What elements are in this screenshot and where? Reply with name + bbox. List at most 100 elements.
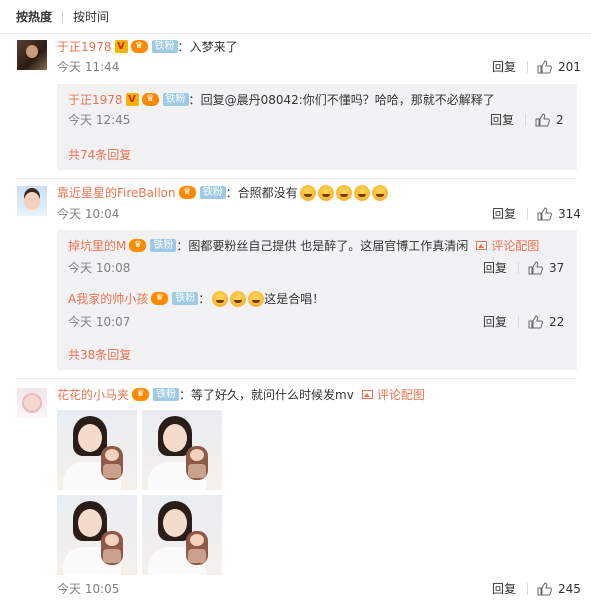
- action-divider: [527, 208, 528, 220]
- avatar[interactable]: [17, 40, 47, 70]
- thumbs-up-icon: [537, 60, 552, 74]
- reply-meta: 今天 10:08 回复 37: [68, 260, 577, 276]
- vip-crown-icon: ♛: [130, 40, 148, 53]
- sort-by-hot-tab[interactable]: 按热度: [16, 8, 52, 25]
- comment-time: 今天 10:05: [57, 582, 120, 596]
- fan-badge: 铁粉: [162, 93, 189, 106]
- colon: ：: [177, 40, 190, 54]
- avatar[interactable]: [17, 186, 47, 216]
- laughing-emoji-icon: [248, 290, 265, 307]
- action-divider: [527, 61, 528, 73]
- like-count: 37: [549, 261, 565, 275]
- colon: ：: [198, 292, 211, 306]
- username-link[interactable]: 于正1978: [68, 91, 123, 108]
- reply-button[interactable]: 回复: [492, 59, 516, 75]
- more-replies-link[interactable]: 共38条回复: [68, 346, 131, 363]
- fan-badge: 铁粉: [172, 292, 199, 305]
- comment-text: 合照都没有: [237, 186, 298, 200]
- action-divider: [525, 114, 526, 126]
- verified-v-icon: V: [125, 93, 139, 106]
- comment-divider: [15, 378, 576, 379]
- sort-by-time-tab[interactable]: 按时间: [73, 8, 109, 25]
- like-count: 201: [558, 60, 581, 74]
- comment-time: 今天 11:44: [57, 60, 120, 74]
- username-link[interactable]: A我家的帅小孩: [68, 290, 148, 307]
- like-button[interactable]: 37: [528, 260, 564, 276]
- laughing-emoji-icon: [353, 184, 370, 201]
- reply-text: 图都要粉丝自己提供 也是醉了。这届官博工作真清闲: [188, 239, 469, 253]
- thumbs-up-icon: [537, 582, 552, 596]
- sort-bar: 按热度 按时间: [0, 0, 591, 34]
- username-link[interactable]: 花花的小马夹: [57, 386, 129, 403]
- username-link[interactable]: 掉坑里的M: [68, 237, 126, 254]
- comment-divider: [15, 178, 576, 179]
- vip-crown-icon: ♛: [141, 93, 159, 106]
- vip-crown-icon: ♛: [129, 239, 147, 252]
- more-replies-link[interactable]: 共74条回复: [68, 146, 131, 163]
- fan-badge: 铁粉: [153, 388, 180, 401]
- action-divider: [518, 262, 519, 274]
- reply-box: 于正1978 V ♛ 铁粉 ： 回复@晨丹08042:你们不懂吗？哈哈，那就不必…: [57, 84, 577, 170]
- like-button[interactable]: 201: [537, 59, 581, 75]
- thumbs-up-icon: [537, 207, 552, 221]
- comment-image[interactable]: [57, 495, 137, 575]
- like-button[interactable]: 314: [537, 206, 581, 222]
- reply-button[interactable]: 回复: [483, 314, 507, 330]
- comment-image[interactable]: [142, 410, 222, 490]
- username-link[interactable]: 于正1978: [57, 38, 112, 55]
- comment-image[interactable]: [57, 410, 137, 490]
- comment-text: 入梦来了: [189, 40, 238, 54]
- image-icon: [361, 390, 373, 399]
- laughing-emoji-icon: [230, 290, 247, 307]
- laughing-emoji-icon: [371, 184, 388, 201]
- comment-header: 于正1978 V ♛ 铁粉 ： 入梦来了: [57, 38, 238, 55]
- comment-picture-link[interactable]: 评论配图: [361, 386, 425, 403]
- fan-badge: 铁粉: [199, 186, 226, 199]
- action-divider: [527, 583, 528, 595]
- reply-meta: 今天 10:07 回复 22: [68, 314, 577, 330]
- comment-meta: 今天 10:04 回复 314: [57, 206, 591, 222]
- reply-button[interactable]: 回复: [492, 206, 516, 222]
- fan-badge: 铁粉: [151, 40, 178, 53]
- reply-button[interactable]: 回复: [490, 112, 514, 128]
- laughing-emoji-icon: [335, 184, 352, 201]
- sort-divider: [62, 10, 64, 23]
- laughing-emoji-icon: [299, 184, 316, 201]
- like-button[interactable]: 22: [528, 314, 564, 330]
- thumbs-up-icon: [528, 315, 543, 329]
- reply-text: 回复@晨丹08042:你们不懂吗？哈哈，那就不必解释了: [200, 93, 495, 107]
- reply-header: 掉坑里的M ♛ 铁粉 ： 图都要粉丝自己提供 也是醉了。这届官博工作真清闲 评论…: [68, 237, 539, 254]
- like-button[interactable]: 245: [537, 581, 581, 597]
- comment-time: 今天 10:04: [57, 207, 120, 221]
- reply-button[interactable]: 回复: [483, 260, 507, 276]
- reply-button[interactable]: 回复: [492, 581, 516, 597]
- comment-picture-link[interactable]: 评论配图: [476, 237, 539, 254]
- avatar[interactable]: [17, 388, 47, 418]
- colon: ：: [225, 186, 238, 200]
- reply-header: A我家的帅小孩 ♛ 铁粉 ： 这是合唱！: [68, 290, 324, 307]
- reply-time: 今天 12:45: [68, 113, 131, 127]
- vip-crown-icon: ♛: [178, 186, 196, 199]
- like-count: 22: [549, 315, 565, 329]
- fan-badge: 铁粉: [150, 239, 177, 252]
- laughing-emoji-icon: [317, 184, 334, 201]
- like-count: 2: [556, 113, 564, 127]
- vip-crown-icon: ♛: [151, 292, 169, 305]
- thumbs-up-icon: [528, 261, 543, 275]
- image-icon: [476, 241, 488, 250]
- comment-picture-label: 评论配图: [491, 239, 540, 253]
- comment-picture-label: 评论配图: [376, 388, 425, 402]
- comment-image[interactable]: [142, 495, 222, 575]
- laughing-emoji-icon: [212, 290, 229, 307]
- like-count: 314: [558, 207, 581, 221]
- comment-header: 靠近星星的FireBallon ♛ 铁粉 ： 合照都没有: [57, 184, 388, 201]
- reply-time: 今天 10:07: [68, 315, 131, 329]
- comment-text: 等了好久，就问什么时候发mv: [191, 388, 354, 402]
- reply-time: 今天 10:08: [68, 261, 131, 275]
- verified-v-icon: V: [114, 40, 128, 53]
- like-button[interactable]: 2: [535, 112, 564, 128]
- username-link[interactable]: 靠近星星的FireBallon: [57, 184, 176, 201]
- colon: ：: [176, 239, 189, 253]
- action-divider: [518, 316, 519, 328]
- like-count: 245: [558, 582, 581, 596]
